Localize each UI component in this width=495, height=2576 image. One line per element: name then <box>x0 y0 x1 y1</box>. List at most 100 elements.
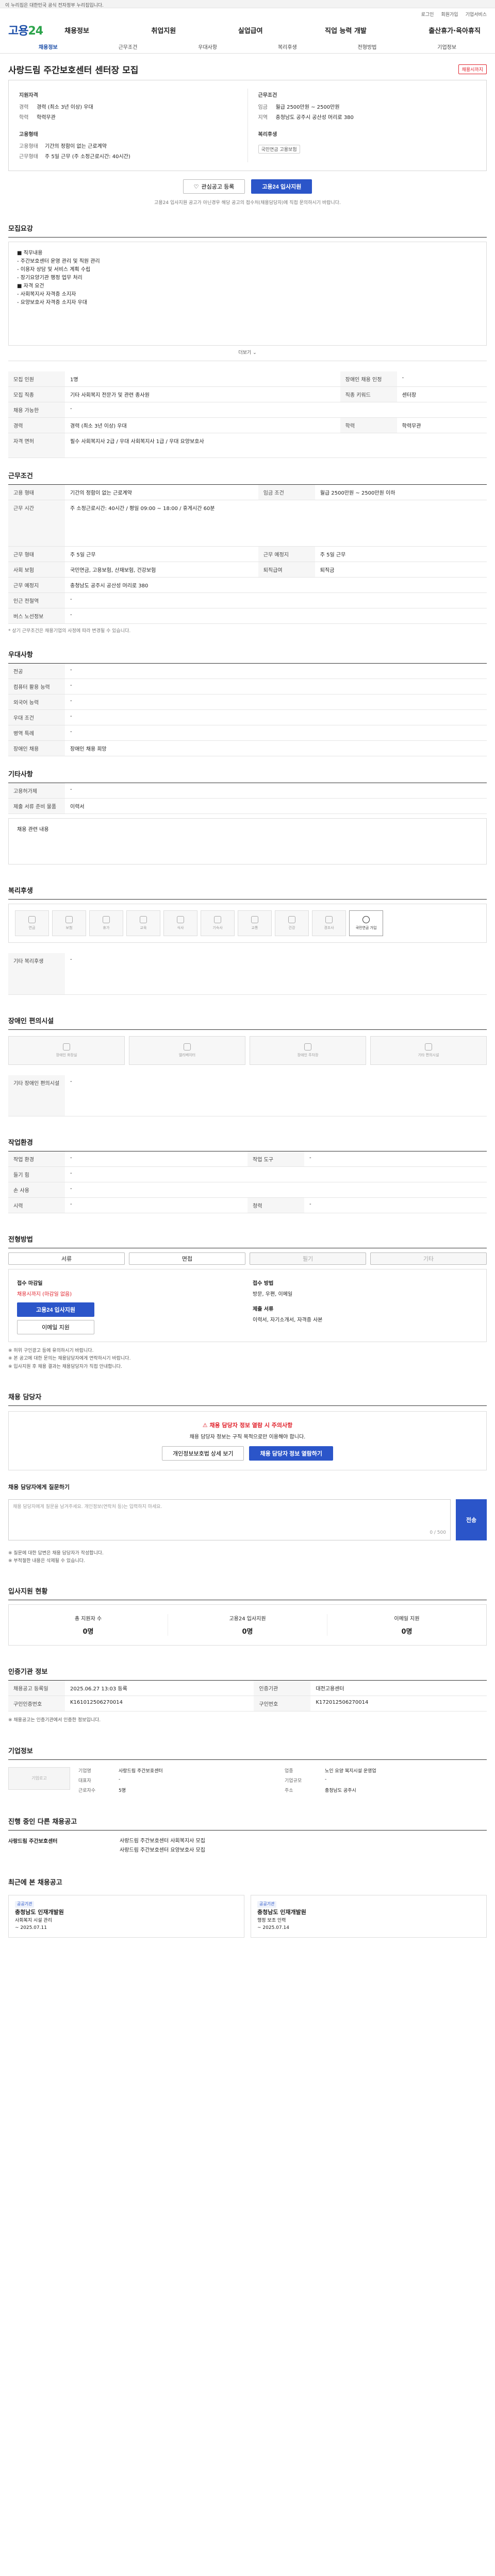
table-row: 인근 전철역 - <box>8 592 487 608</box>
table-row: 근무 예정지 충청남도 공주시 공산성 머리로 380 <box>8 577 487 593</box>
welfare-item: 교육 <box>126 910 160 936</box>
list-item[interactable]: 사랑드림 주간보호센터 요양보호사 모집 <box>120 1846 487 1855</box>
status-box: 총 지원자 수 0명 고용24 입사지원 0명 이메일 지원 0명 <box>8 1604 487 1646</box>
alert-icon: ⚠ <box>202 1421 208 1429</box>
apply-online-button[interactable]: 고용24 입사지원 <box>17 1302 94 1317</box>
welfare-item: 연금 <box>15 910 49 936</box>
summary-heading: 고용형태 <box>19 132 38 138</box>
reg-notes: ※ 채용공고는 인증기관에서 인증한 정보입니다. <box>8 1718 101 1723</box>
apply-box: 접수 마감일 채용시까지 (마감일 없음) 고용24 입사지원 이메일 지원 접… <box>8 1269 487 1342</box>
gnb-item-jobs[interactable]: 채용정보 <box>58 25 95 35</box>
summary-heading: 근무조건 <box>258 93 277 98</box>
inquiry-textarea[interactable]: 채용 담당자에게 질문을 남겨주세요. 개인정보(연락처 등)는 입력하지 마세… <box>8 1499 451 1540</box>
table-row: 경력 경력 (최소 3년 이상) 우대 학력 학력무관 <box>8 417 487 433</box>
table-row: 시력 - 청력 - <box>8 1197 487 1213</box>
work-table: 고용 형태 기간의 정함이 없는 근로계약 임금 조건 월급 2500만원 ~ 250… <box>8 485 487 624</box>
section-title-same: 진행 중인 다른 채용공고 <box>8 1818 77 1826</box>
tab-process[interactable]: 전형방법 <box>327 43 407 50</box>
table-row: 장애인 채용 장애인 채용 희망 <box>8 740 487 756</box>
welfare-item: 국민연금 가입 <box>349 910 383 936</box>
tab-welfare[interactable]: 복리후생 <box>248 43 327 50</box>
same-company-box: 사랑드림 주간보호센터 사랑드림 주간보호센터 사회복지사 모집 사랑드림 주간… <box>8 1829 487 1861</box>
stat-item: 총 지원자 수 0명 <box>9 1614 168 1636</box>
section-title-agent: 채용 담당자 <box>8 1393 42 1401</box>
welfare-item: 보험 <box>52 910 86 936</box>
tab-work[interactable]: 근무조건 <box>88 43 168 50</box>
reg-table: 채용공고 등록일 2025.06.27 13:03 등록 인증기관 대전고용센터 구인… <box>8 1681 487 1712</box>
table-row: 사회 보험 국민연금, 고용보험, 산재보험, 건강보험 퇴직급여 퇴직금 <box>8 562 487 578</box>
welfare-icon <box>251 916 258 923</box>
table-row: 채용 가능한 - <box>8 402 487 418</box>
etc-note: 채용 관련 내용 <box>8 818 487 865</box>
welfare-icon <box>362 916 370 923</box>
disabled-item: 장애인 주차장 <box>250 1036 366 1065</box>
list-item[interactable]: 사랑드림 주간보호센터 사회복지사 모집 <box>120 1837 487 1846</box>
login-link[interactable]: 로그인 <box>421 11 434 18</box>
section-title-disabled: 장애인 편의시설 <box>8 1017 54 1025</box>
table-row: 우대 조건 - <box>8 709 487 725</box>
welfare-tag: 국민연금 고용보험 <box>258 145 300 154</box>
table-row: 기타 복리후생 - <box>8 953 487 995</box>
welfare-icon <box>103 916 110 923</box>
process-step: 기타 <box>370 1252 487 1265</box>
privacy-detail-button[interactable]: 개인정보보호법 상세 보기 <box>162 1446 244 1461</box>
recruit-table: 모집 인원 1명 장애인 채용 인정 - 모집 직종 기타 사회복지 전문가 및 관련 … <box>8 371 487 458</box>
gnb-item-leave[interactable]: 출산휴가·육아휴직 <box>422 25 487 35</box>
recent-card[interactable]: 공공기관 충청남도 인재개발원 행정 보조 인력 ~ 2025.07.14 <box>251 1894 487 1938</box>
site-logo[interactable]: 고용24 <box>8 22 43 38</box>
welfare-item: 경조사 <box>312 910 346 936</box>
welfare-icon <box>177 916 184 923</box>
chevron-down-icon: ⌄ <box>253 350 257 355</box>
section-title-process: 전형방법 <box>8 1236 33 1244</box>
gnb-item-unemployment[interactable]: 실업급여 <box>232 25 269 35</box>
table-row: 기타 장애인 편의시설 - <box>8 1075 487 1116</box>
section-title-work: 근무조건 <box>8 472 33 480</box>
summary-heading: 복리후생 <box>258 132 277 138</box>
tab-recruit[interactable]: 채용정보 <box>8 43 88 50</box>
table-row: 구인인증번호 K161012506270014 구인번호 K1720125062700… <box>8 1696 487 1712</box>
table-row: 고용 형태 기간의 정함이 없는 근로계약 임금 조건 월급 2500만원 ~ 250… <box>8 485 487 500</box>
gnb-item-support[interactable]: 취업지원 <box>145 25 182 35</box>
more-button[interactable]: 더보기 ⌄ <box>8 346 487 361</box>
inquiry-submit-button[interactable]: 전송 <box>456 1499 487 1540</box>
disabled-item: 장애인 화장실 <box>8 1036 125 1065</box>
gov-banner: 이 누리집은 대한민국 공식 전자정부 누리집입니다. <box>0 0 495 8</box>
scrap-button[interactable]: ♡ 관심공고 등록 <box>183 179 245 194</box>
deadline-text: 채용시까지 (마감일 없음) <box>17 1292 72 1297</box>
disabled-grid: 장애인 화장실 엘리베이터 장애인 주차장 기타 편의시설 <box>8 1036 487 1065</box>
apply-notes: ※ 허위 구인광고 등에 유의하시기 바랍니다. ※ 본 공고에 대한 문의는 … <box>8 1348 131 1369</box>
welfare-icon <box>214 916 221 923</box>
welfare-grid: 연금 보험 휴가 교육 식사 기숙사 교통 건강 경조사 국민연금 가입 <box>8 904 487 943</box>
deadline-badge: 채용시까지 <box>458 64 487 74</box>
welfare-icon <box>65 916 73 923</box>
welfare-item: 식사 <box>163 910 197 936</box>
welfare-item: 건강 <box>275 910 309 936</box>
process-steps: 서류 면접 필기 기타 <box>8 1248 487 1269</box>
section-title-prefer: 우대사항 <box>8 651 33 659</box>
summary-box: 지원자격 경력 경력 (최소 3년 이상) 우대 학력 학력무관 고용형태 고용형태… <box>8 80 487 171</box>
recent-card[interactable]: 공공기관 충청남도 인재개발원 사회복지 시설 관리 ~ 2025.07.11 <box>8 1894 244 1938</box>
utility-bar: 로그인 회원가입 기업서비스 <box>0 8 495 20</box>
section-title-recruit: 모집요강 <box>8 225 33 233</box>
table-row: 채용공고 등록일 2025.06.27 13:03 등록 인증기관 대전고용센터 <box>8 1681 487 1697</box>
view-agent-button[interactable]: 채용 담당자 정보 열람하기 <box>249 1446 333 1461</box>
table-row: 고용허가제 - <box>8 783 487 799</box>
disabled-item: 엘리베이터 <box>129 1036 245 1065</box>
tab-company[interactable]: 기업정보 <box>407 43 487 50</box>
company-service-link[interactable]: 기업서비스 <box>466 11 487 18</box>
apply-email-button[interactable]: 이메일 지원 <box>17 1320 94 1334</box>
heart-icon: ♡ <box>193 183 199 190</box>
apply-button[interactable]: 고용24 입사지원 <box>251 179 312 194</box>
process-step: 필기 <box>250 1252 366 1265</box>
signup-link[interactable]: 회원가입 <box>441 11 458 18</box>
summary-heading: 지원자격 <box>19 93 38 98</box>
table-row: 전공 - <box>8 664 487 679</box>
prefer-table: 전공 - 컴퓨터 활용 능력 - 외국어 능력 - 우대 조건 - 병역 특례 - 장애인… <box>8 664 487 756</box>
table-row: 버스 노선정보 - <box>8 608 487 624</box>
tab-prefer[interactable]: 우대사항 <box>168 43 248 50</box>
gnb-item-training[interactable]: 직업 능력 개발 <box>319 25 373 35</box>
welfare-item: 기숙사 <box>201 910 235 936</box>
section-title-welfare: 복리후생 <box>8 887 33 895</box>
char-count: 0 / 500 <box>430 1530 446 1536</box>
recent-cards: 공공기관 충청남도 인재개발원 사회복지 시설 관리 ~ 2025.07.11 … <box>8 1891 487 1942</box>
